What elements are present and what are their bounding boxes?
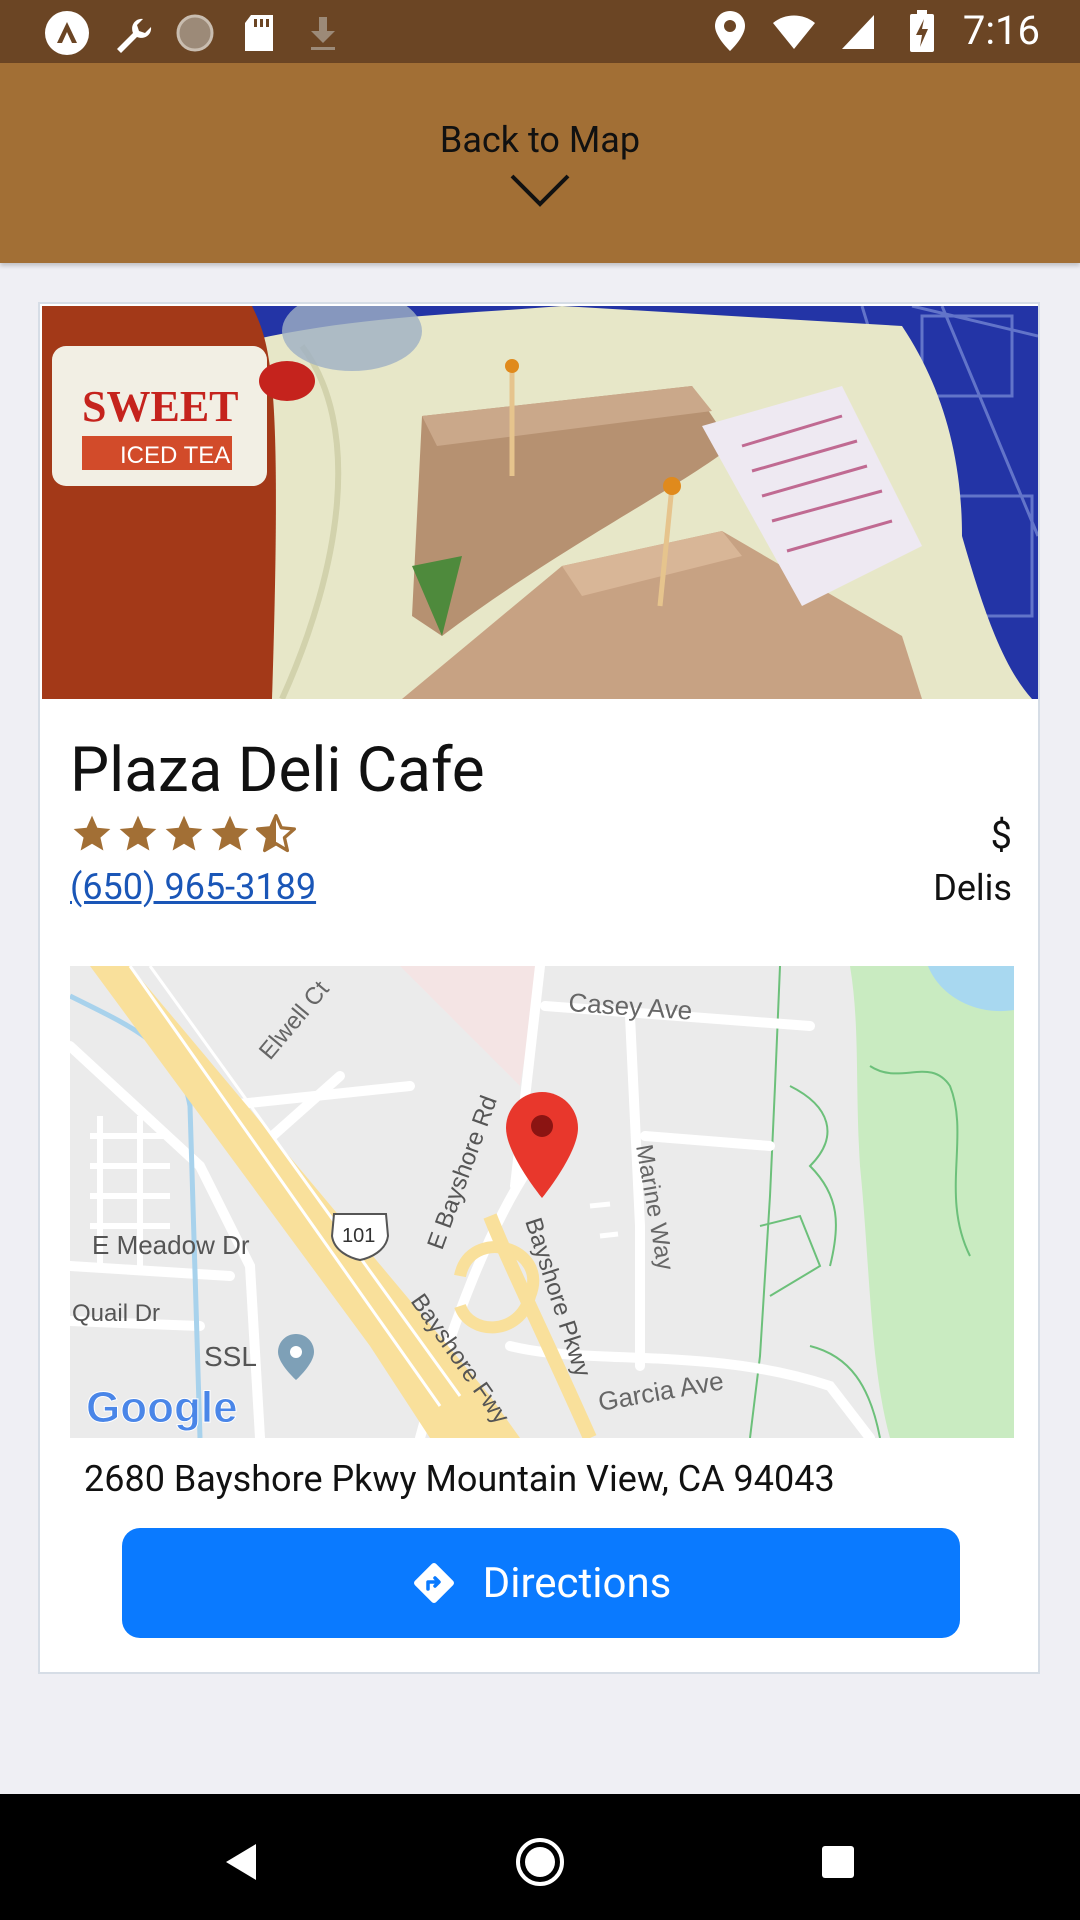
map-label-hwy: 101	[342, 1225, 375, 1247]
phone-link[interactable]: (650) 965-3189	[70, 866, 316, 908]
back-to-map-button[interactable]: Back to Map	[390, 118, 690, 248]
star-full-icon	[165, 815, 203, 851]
star-full-icon	[211, 815, 249, 851]
rating-stars	[70, 812, 298, 856]
category-label: Delis	[933, 867, 1012, 909]
back-to-map-label: Back to Map	[439, 119, 641, 161]
place-card: SWEET ICED TEA Plaza Deli Cafe $ (650) 9…	[38, 302, 1040, 1674]
back-icon	[226, 1844, 256, 1880]
status-bar: 7:16	[0, 0, 1080, 63]
price-level: $	[990, 814, 1012, 858]
battery-charging-icon	[899, 8, 945, 54]
download-icon	[300, 10, 346, 56]
app-logo-icon	[44, 10, 90, 56]
svg-text:ICED TEA: ICED TEA	[120, 442, 230, 469]
clock: 7:16	[962, 7, 1040, 54]
nav-recents-button[interactable]	[808, 1832, 868, 1892]
map-label-quail: Quail Dr	[72, 1300, 160, 1327]
sandwich-photo: SWEET ICED TEA	[42, 306, 1038, 699]
map-label-meadow: E Meadow Dr	[92, 1230, 250, 1260]
navigation-bar	[0, 1794, 1080, 1920]
nav-home-button[interactable]	[510, 1832, 570, 1892]
location-icon	[707, 8, 753, 54]
recents-icon	[822, 1846, 854, 1878]
address-text: 2680 Bayshore Pkwy Mountain View, CA 940…	[84, 1458, 835, 1500]
location-map[interactable]: Elwell Ct Casey Ave E Bayshore Rd Marine…	[70, 966, 1014, 1438]
star-full-icon	[73, 815, 111, 851]
header-bar: Back to Map	[0, 63, 1080, 263]
place-name: Plaza Deli Cafe	[70, 734, 485, 807]
directions-icon	[413, 1563, 454, 1603]
star-full-icon	[119, 815, 157, 851]
sd-card-icon	[236, 10, 282, 56]
directions-label: Directions	[482, 1558, 672, 1608]
google-logo: Google	[86, 1383, 238, 1432]
wrench-icon	[108, 10, 154, 56]
wifi-icon	[771, 8, 817, 54]
signal-icon	[835, 8, 881, 54]
sync-icon	[172, 10, 218, 56]
chevron-down-icon	[510, 174, 570, 207]
directions-button[interactable]: Directions	[122, 1528, 960, 1638]
svg-text:SWEET: SWEET	[82, 382, 239, 431]
nav-back-button[interactable]	[212, 1832, 272, 1892]
home-icon	[516, 1838, 564, 1886]
star-half-icon	[256, 814, 296, 853]
map-label-ssl: SSL	[204, 1341, 257, 1372]
